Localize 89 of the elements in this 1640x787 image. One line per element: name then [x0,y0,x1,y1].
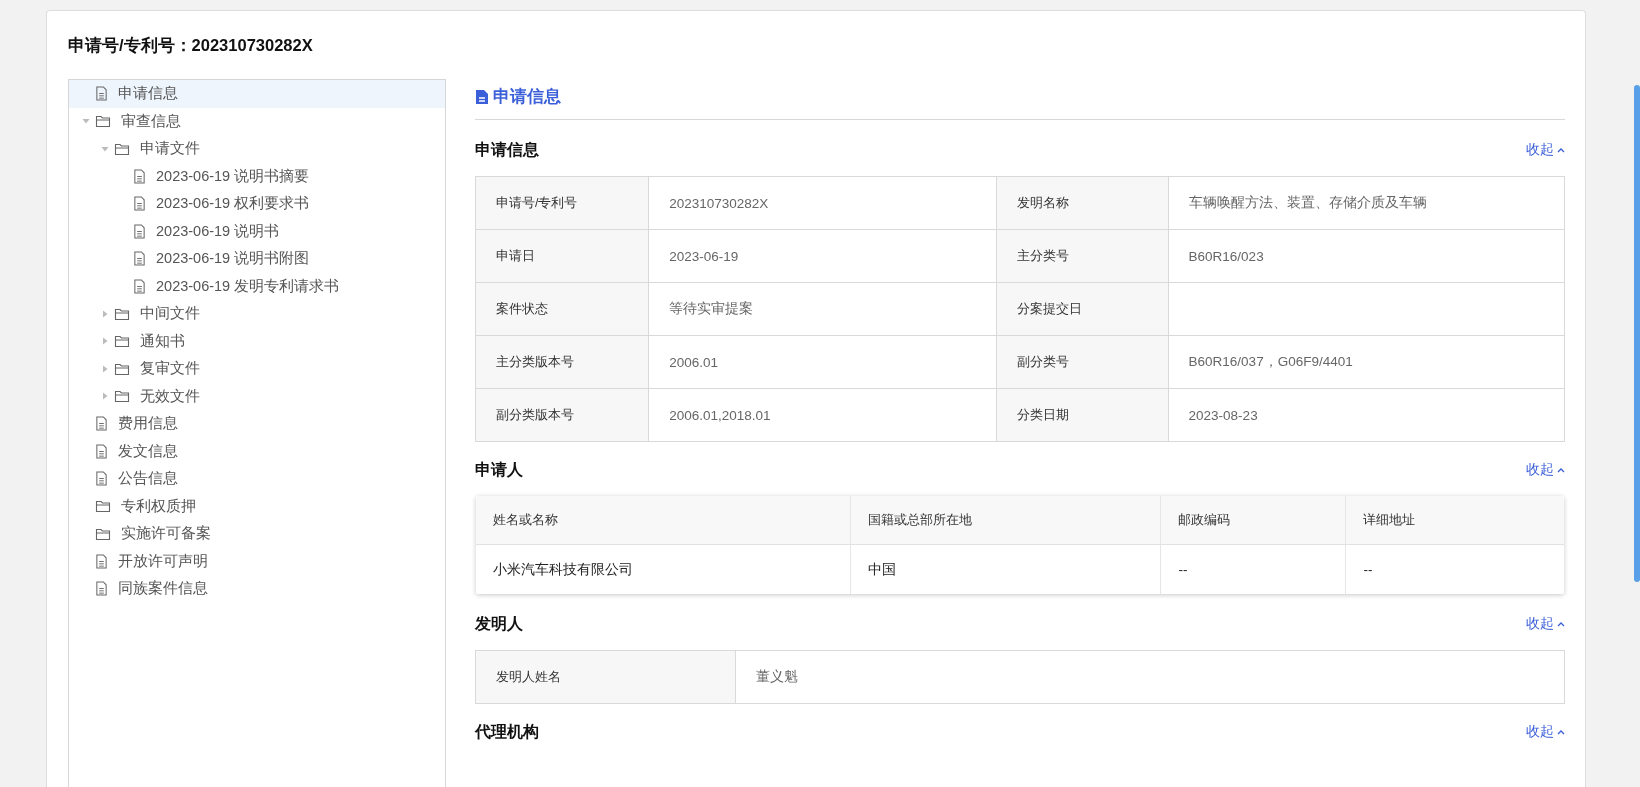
document-icon [95,86,108,102]
field-label: 发明名称 [996,177,1169,230]
caret-icon[interactable] [101,337,109,346]
tree-item[interactable]: 开放许可声明 [69,547,445,575]
folder-icon [114,361,130,376]
collapse-link[interactable]: 收起 [1526,723,1565,741]
table-cell: -- [1161,545,1347,594]
tree-item[interactable]: 通知书 [69,327,445,355]
page-title: 申请号/专利号：202310730282X [68,35,314,56]
folder-icon [95,114,111,129]
caret-icon[interactable] [82,117,90,126]
tree-item[interactable]: 2023-06-19 权利要求书 [69,190,445,218]
field-label: 案件状态 [476,283,650,336]
table-cell: 中国 [851,545,1162,594]
tree-item[interactable]: 发文信息 [69,437,445,465]
caret-icon[interactable] [101,309,109,318]
document-icon [95,443,108,459]
document-icon [95,581,108,597]
document-icon [133,168,146,184]
folder-icon [114,334,130,349]
chevron-up-icon [1557,621,1565,627]
section-title: 代理机构 [475,721,539,742]
tree-item[interactable]: 申请信息 [69,80,445,108]
field-label: 申请号/专利号 [476,177,650,230]
document-icon [133,251,146,267]
document-icon [133,196,146,212]
field-label: 主分类版本号 [476,336,650,389]
tree-item[interactable]: 2023-06-19 说明书 [69,217,445,245]
chevron-up-icon [1557,147,1565,153]
folder-icon [114,389,130,404]
document-icon [95,553,108,569]
tree-item[interactable]: 实施许可备案 [69,520,445,548]
tree-item[interactable]: 复审文件 [69,355,445,383]
collapse-link[interactable]: 收起 [1526,461,1565,479]
document-icon [95,416,108,432]
tree-item[interactable]: 审查信息 [69,107,445,135]
table-cell-text: -- [1362,561,1374,579]
document-icon [133,278,146,294]
tree-item[interactable]: 2023-06-19 发明专利请求书 [69,272,445,300]
field-value: 等待实审提案 [649,283,997,336]
field-value: 202310730282X [649,177,997,230]
tree-item[interactable]: 中间文件 [69,300,445,328]
column-header: 国籍或总部所在地 [851,496,1162,544]
field-value: 车辆唤醒方法、装置、存储介质及车辆 [1168,177,1565,230]
field-label: 发明人姓名 [476,651,737,704]
document-icon [95,471,108,487]
content-heading: 申请信息 [475,79,1565,120]
collapse-link[interactable]: 收起 [1526,615,1565,633]
column-header: 姓名或名称 [476,496,852,544]
tree-item[interactable]: 同族案件信息 [69,575,445,603]
field-label: 副分类版本号 [476,389,650,442]
folder-icon [95,499,111,514]
field-label: 主分类号 [996,230,1169,283]
folder-icon [95,526,111,541]
section-title: 申请信息 [475,139,539,160]
caret-icon[interactable] [101,364,109,373]
field-value: 2006.01 [649,336,997,389]
folder-icon [114,306,130,321]
field-value: 2023-06-19 [649,230,997,283]
document-icon [475,89,489,105]
section-title: 发明人 [475,613,523,634]
tree-item[interactable]: 无效文件 [69,382,445,410]
tree-item[interactable]: 2023-06-19 说明书附图 [69,245,445,273]
field-value: 董义魁 [736,651,1565,704]
field-value: 2023-08-23 [1168,389,1565,442]
field-value: B60R16/037，G06F9/4401 [1168,336,1565,389]
collapse-link[interactable]: 收起 [1526,141,1565,159]
section-title: 申请人 [475,459,523,480]
document-icon [133,223,146,239]
field-value: B60R16/023 [1168,230,1565,283]
tree-item[interactable]: 专利权质押 [69,492,445,520]
tree-item[interactable]: 公告信息 [69,465,445,493]
chevron-up-icon [1557,467,1565,473]
scrollbar-thumb[interactable] [1634,85,1640,582]
field-label: 分类日期 [996,389,1169,442]
field-label: 副分类号 [996,336,1169,389]
column-header: 详细地址 [1362,511,1417,529]
field-label: 申请日 [476,230,650,283]
column-header: 邮政编码 [1161,496,1347,544]
field-value: 2006.01,2018.01 [649,389,997,442]
tree-item[interactable]: 费用信息 [69,410,445,438]
tree-item[interactable]: 申请文件 [69,135,445,163]
chevron-up-icon [1557,729,1565,735]
field-label: 分案提交日 [996,283,1169,336]
caret-icon[interactable] [101,392,109,401]
caret-icon[interactable] [101,144,109,153]
tree-item[interactable]: 2023-06-19 说明书摘要 [69,162,445,190]
folder-icon [114,141,130,156]
table-cell: 小米汽车科技有限公司 [476,545,852,594]
